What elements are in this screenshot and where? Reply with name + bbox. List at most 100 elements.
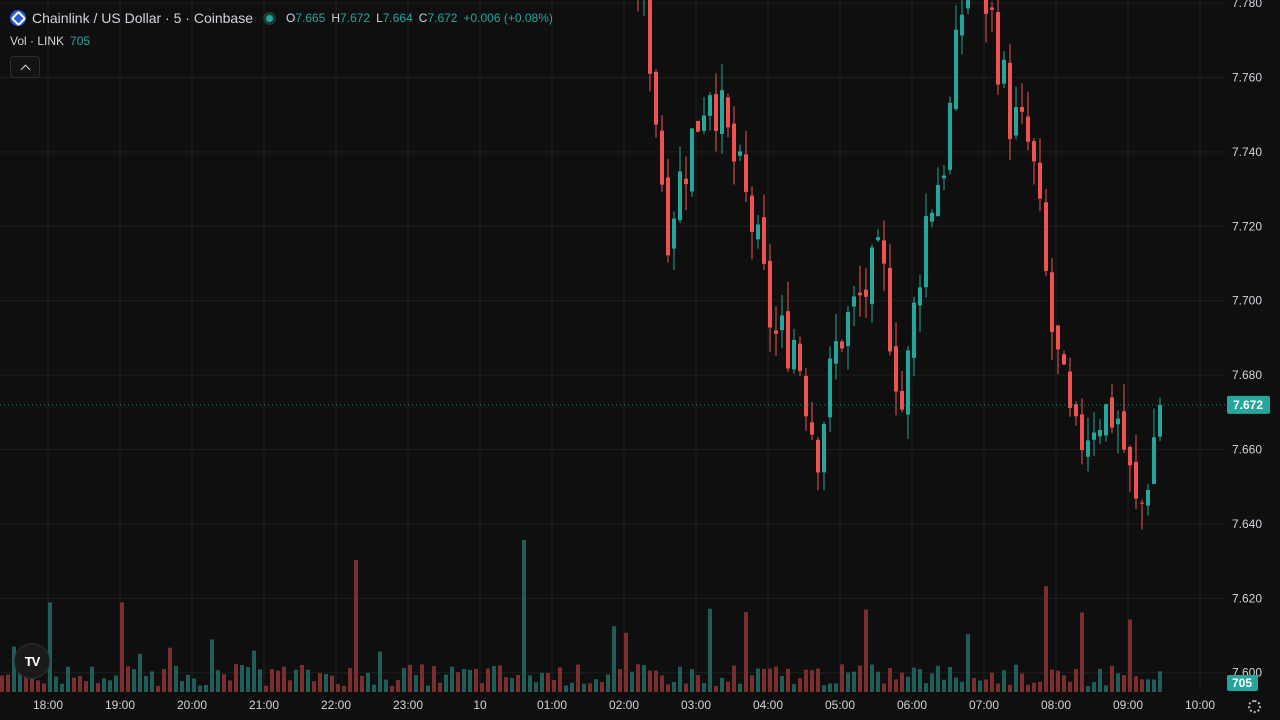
volume-bar xyxy=(1098,668,1102,692)
volume-bar xyxy=(906,676,910,692)
volume-bar xyxy=(762,669,766,692)
candle-body xyxy=(924,216,928,288)
time-tick-label: 06:00 xyxy=(897,698,927,712)
candle-body xyxy=(990,7,994,10)
volume-bar xyxy=(846,672,850,692)
volume-bar xyxy=(1128,619,1132,692)
candle-body xyxy=(996,12,1000,85)
volume-bar xyxy=(546,673,550,692)
volume-bar xyxy=(708,608,712,692)
candle-body xyxy=(744,154,748,192)
candle-body xyxy=(1020,107,1024,112)
settings-button[interactable] xyxy=(1244,696,1264,716)
volume-bar xyxy=(528,675,532,692)
volume-bar xyxy=(918,669,922,692)
candle-body xyxy=(762,217,766,264)
collapse-legend-button[interactable] xyxy=(10,56,40,78)
candle-body xyxy=(1152,437,1156,484)
volume-bar xyxy=(1080,612,1084,692)
volume-bar xyxy=(414,675,418,692)
candle-body xyxy=(960,14,964,36)
volume-bar xyxy=(558,667,562,692)
volume-bar xyxy=(162,669,166,692)
volume-bar xyxy=(366,672,370,692)
volume-bar xyxy=(984,679,988,692)
time-tick-label: 07:00 xyxy=(969,698,999,712)
volume-bar xyxy=(570,682,574,692)
volume-bar xyxy=(1068,681,1072,692)
volume-bar xyxy=(1044,586,1048,692)
volume-bar xyxy=(396,679,400,692)
price-tick-label: 7.760 xyxy=(1232,71,1262,85)
volume-bar xyxy=(672,681,676,692)
volume-bar xyxy=(192,678,196,692)
volume-bar xyxy=(588,683,592,692)
volume-bar xyxy=(1074,669,1078,692)
time-tick-label: 20:00 xyxy=(177,698,207,712)
ohlc-close-value: 7.672 xyxy=(427,11,458,25)
volume-bar xyxy=(252,650,256,692)
candle-body xyxy=(720,90,724,134)
symbol-title[interactable]: Chainlink / US Dollar · 5 · Coinbase xyxy=(32,10,253,26)
time-tick-label: 03:00 xyxy=(681,698,711,712)
volume-bar xyxy=(948,666,952,692)
time-tick-label: 23:00 xyxy=(393,698,423,712)
price-change: +0.006 (+0.08%) xyxy=(463,11,553,25)
volume-bar xyxy=(1158,671,1162,692)
volume-bar xyxy=(42,683,46,692)
volume-bar xyxy=(264,685,268,692)
candle-body xyxy=(882,240,886,264)
volume-bar xyxy=(342,685,346,692)
volume-bar xyxy=(510,677,514,692)
candle-body xyxy=(1146,490,1150,506)
volume-bar xyxy=(438,682,442,692)
price-chart[interactable]: 7.6007.6207.6407.6607.6807.7007.7207.740… xyxy=(0,0,1280,720)
time-tick-label: 02:00 xyxy=(609,698,639,712)
volume-bar xyxy=(1104,685,1108,692)
candle-body xyxy=(768,260,772,328)
volume-bar xyxy=(792,684,796,692)
candle-body xyxy=(714,94,718,131)
volume-bar xyxy=(900,672,904,692)
volume-bar xyxy=(750,675,754,692)
candle-body xyxy=(1062,354,1066,365)
volume-bar xyxy=(630,671,634,692)
volume-bar xyxy=(174,666,178,692)
volume-bar xyxy=(666,684,670,692)
volume-bar xyxy=(282,666,286,692)
volume-bar xyxy=(864,609,868,692)
ohlc-low-value: 7.664 xyxy=(382,11,413,25)
candle-body xyxy=(1008,62,1012,139)
last-volume-label: 705 xyxy=(1232,676,1252,690)
candle-body xyxy=(1110,397,1114,428)
candle-body xyxy=(912,302,916,358)
volume-bar xyxy=(426,685,430,692)
candle-body xyxy=(1050,272,1054,332)
tradingview-logo-icon[interactable]: TV xyxy=(14,643,50,679)
volume-bar xyxy=(114,675,118,692)
volume-bar xyxy=(684,683,688,692)
volume-bar xyxy=(222,674,226,692)
volume-bar xyxy=(6,674,10,692)
ohlc-open-key: O xyxy=(285,11,296,25)
price-tick-label: 7.680 xyxy=(1232,368,1262,382)
candle-body xyxy=(816,439,820,473)
candle-body xyxy=(948,102,952,170)
volume-bar xyxy=(714,685,718,692)
volume-bar xyxy=(582,683,586,692)
candle-body xyxy=(732,123,736,162)
volume-bar xyxy=(912,667,916,692)
volume-bar xyxy=(732,665,736,692)
ohlc-values: O7.665 H7.672 L7.664 C7.672 +0.006 (+0.0… xyxy=(286,11,553,25)
candle-body xyxy=(888,267,892,352)
ohlc-high-value: 7.672 xyxy=(340,11,371,25)
time-tick-label: 01:00 xyxy=(537,698,567,712)
volume-bar xyxy=(744,611,748,692)
volume-bar xyxy=(852,671,856,692)
time-tick-label: 10:00 xyxy=(1185,698,1215,712)
volume-bar xyxy=(642,665,646,692)
candle-body xyxy=(786,311,790,369)
time-tick-label: 18:00 xyxy=(33,698,63,712)
volume-label[interactable]: Vol · LINK xyxy=(10,34,64,48)
volume-bar xyxy=(888,668,892,692)
